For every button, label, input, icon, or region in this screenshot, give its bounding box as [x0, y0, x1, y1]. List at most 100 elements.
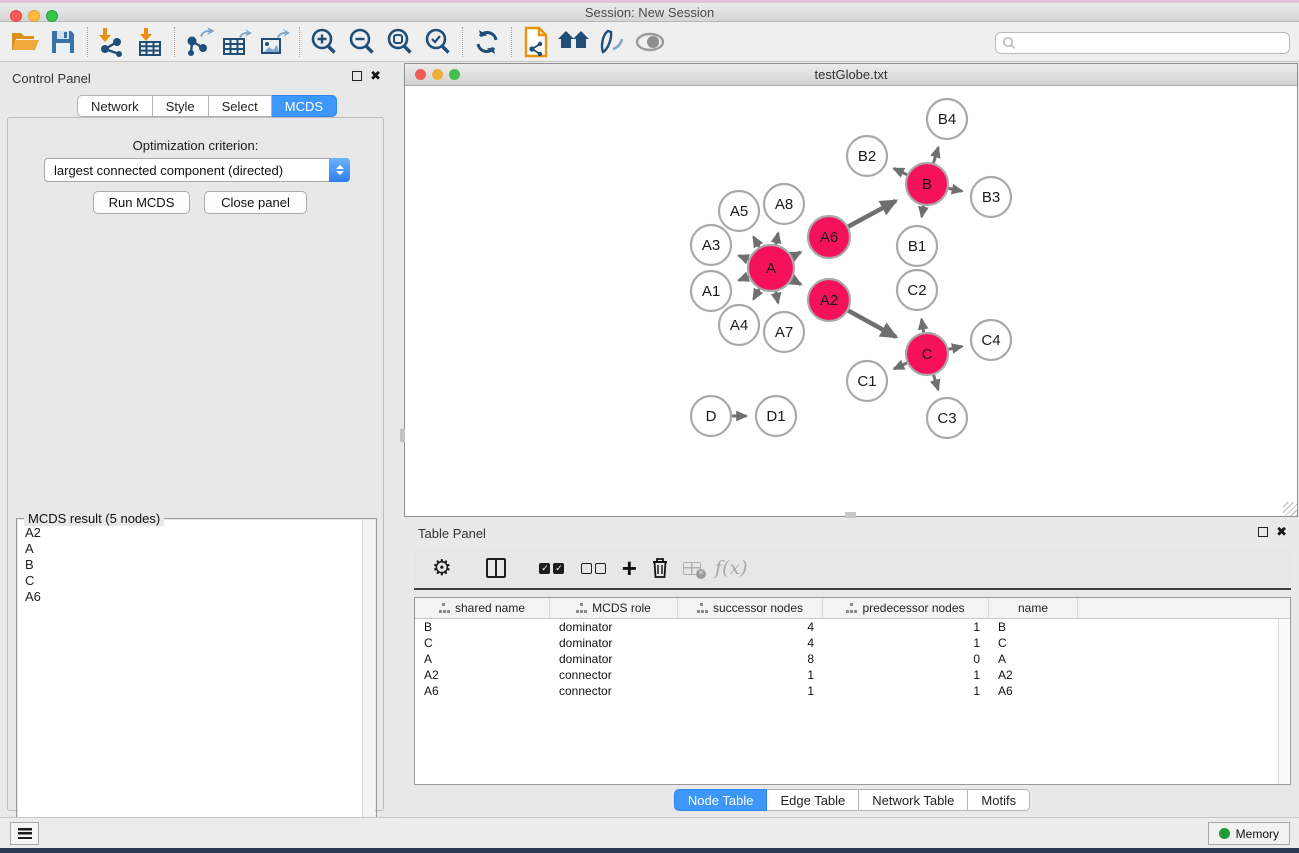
show-columns-icon[interactable]: [486, 553, 506, 583]
table-row[interactable]: A2connector11A2: [415, 667, 1290, 683]
column-header-MCDS-role[interactable]: MCDS role: [550, 598, 678, 618]
node-C4[interactable]: C4: [971, 320, 1011, 360]
cell-successor-nodes[interactable]: 8: [678, 652, 823, 666]
cell-name[interactable]: B: [989, 620, 1078, 634]
cell-successor-nodes[interactable]: 1: [678, 684, 823, 698]
node-A7[interactable]: A7: [764, 312, 804, 352]
save-session-icon[interactable]: [46, 26, 80, 58]
result-scrollbar[interactable]: [362, 520, 375, 853]
network-window-titlebar[interactable]: testGlobe.txt: [405, 64, 1297, 86]
network-canvas[interactable]: B4B2BB3B1A5A8A6A3AA1A4A7A2C2CC4C1C3DD1: [405, 86, 1297, 516]
cell-shared-name[interactable]: A2: [415, 668, 550, 682]
cell-name[interactable]: C: [989, 636, 1078, 650]
cell-successor-nodes[interactable]: 1: [678, 668, 823, 682]
edge-A-A1[interactable]: [739, 277, 749, 281]
network-close-traffic-light[interactable]: [415, 69, 426, 80]
node-A3[interactable]: A3: [691, 225, 731, 265]
mcds-result-list[interactable]: A2ABCA6: [18, 520, 375, 853]
run-mcds-button[interactable]: Run MCDS: [93, 191, 190, 214]
export-network-icon[interactable]: [182, 26, 216, 58]
edge-A6-B[interactable]: [848, 201, 896, 227]
table-scrollbar[interactable]: [1278, 619, 1290, 784]
cell-name[interactable]: A6: [989, 684, 1078, 698]
tab-edge-table[interactable]: Edge Table: [767, 789, 859, 811]
table-row[interactable]: Adominator80A: [415, 651, 1290, 667]
edge-A-A5[interactable]: [753, 237, 759, 247]
zoom-out-icon[interactable]: [345, 26, 379, 58]
cell-shared-name[interactable]: A6: [415, 684, 550, 698]
cell-predecessor-nodes[interactable]: 1: [823, 620, 989, 634]
edge-A-A8[interactable]: [776, 233, 778, 244]
network-vertical-scroll-thumb[interactable]: [400, 429, 405, 442]
cell-predecessor-nodes[interactable]: 1: [823, 684, 989, 698]
task-history-button[interactable]: [10, 822, 39, 845]
node-C3[interactable]: C3: [927, 398, 967, 438]
tab-select[interactable]: Select: [209, 95, 272, 117]
edge-B-B4[interactable]: [933, 147, 938, 163]
node-C[interactable]: C: [906, 333, 948, 375]
tab-style[interactable]: Style: [153, 95, 209, 117]
cell-name[interactable]: A: [989, 652, 1078, 666]
search-field[interactable]: [995, 32, 1290, 54]
node-B[interactable]: B: [906, 163, 948, 205]
resize-grip-icon[interactable]: [1283, 502, 1297, 516]
node-D[interactable]: D: [691, 396, 731, 436]
cell-MCDS-role[interactable]: connector: [550, 684, 678, 698]
tab-node-table[interactable]: Node Table: [674, 789, 768, 811]
result-item[interactable]: C: [25, 573, 375, 589]
float-table-panel-icon[interactable]: [1258, 527, 1268, 537]
node-A2[interactable]: A2: [808, 279, 850, 321]
edge-A-A3[interactable]: [739, 256, 749, 260]
node-A6[interactable]: A6: [808, 216, 850, 258]
node-A[interactable]: A: [748, 245, 794, 291]
zoom-in-icon[interactable]: [307, 26, 341, 58]
zoom-traffic-light[interactable]: [46, 10, 58, 22]
table-row[interactable]: Cdominator41C: [415, 635, 1290, 651]
analyzer-icon[interactable]: [595, 26, 629, 58]
close-table-panel-icon[interactable]: ✖: [1276, 527, 1287, 537]
network-document-icon[interactable]: [519, 26, 553, 58]
table-settings-gear-icon[interactable]: ⚙: [432, 553, 452, 583]
column-header-predecessor-nodes[interactable]: predecessor nodes: [823, 598, 989, 618]
edge-C-C3[interactable]: [934, 375, 939, 390]
result-item[interactable]: A2: [25, 525, 375, 541]
cell-shared-name[interactable]: B: [415, 620, 550, 634]
network-graph[interactable]: B4B2BB3B1A5A8A6A3AA1A4A7A2C2CC4C1C3DD1: [405, 86, 1297, 517]
close-panel-button[interactable]: Close panel: [204, 191, 307, 214]
edge-C-C1[interactable]: [894, 363, 907, 369]
edge-B-B2[interactable]: [894, 169, 907, 175]
delete-column-icon[interactable]: [651, 553, 669, 583]
column-header-successor-nodes[interactable]: successor nodes: [678, 598, 823, 618]
edge-A-A6[interactable]: [792, 252, 800, 257]
tab-motifs[interactable]: Motifs: [968, 789, 1030, 811]
node-C1[interactable]: C1: [847, 361, 887, 401]
cell-predecessor-nodes[interactable]: 0: [823, 652, 989, 666]
node-A8[interactable]: A8: [764, 184, 804, 224]
column-header-shared-name[interactable]: shared name: [415, 598, 550, 618]
show-hide-icon[interactable]: [633, 26, 667, 58]
memory-button[interactable]: Memory: [1208, 822, 1290, 845]
cell-MCDS-role[interactable]: connector: [550, 668, 678, 682]
select-all-columns-icon[interactable]: [538, 553, 566, 583]
edge-B-B1[interactable]: [922, 206, 924, 217]
table-row[interactable]: Bdominator41B: [415, 619, 1290, 635]
open-session-icon[interactable]: [8, 26, 42, 58]
node-B1[interactable]: B1: [897, 226, 937, 266]
cell-name[interactable]: A2: [989, 668, 1078, 682]
node-B4[interactable]: B4: [927, 99, 967, 139]
close-panel-icon[interactable]: ✖: [370, 71, 381, 81]
node-table[interactable]: shared nameMCDS rolesuccessor nodesprede…: [414, 597, 1291, 785]
network-zoom-traffic-light[interactable]: [449, 69, 460, 80]
criterion-dropdown[interactable]: largest connected component (directed): [44, 158, 350, 182]
import-network-icon[interactable]: [95, 26, 129, 58]
zoom-fit-icon[interactable]: [383, 26, 417, 58]
tab-network[interactable]: Network: [77, 95, 153, 117]
close-traffic-light[interactable]: [10, 10, 22, 22]
node-A1[interactable]: A1: [691, 271, 731, 311]
network-horizontal-scroll-thumb[interactable]: [845, 512, 856, 518]
edge-C-C2[interactable]: [922, 319, 924, 332]
search-input[interactable]: [1016, 36, 1289, 50]
zoom-selected-icon[interactable]: [421, 26, 455, 58]
result-item[interactable]: A6: [25, 589, 375, 605]
cell-shared-name[interactable]: C: [415, 636, 550, 650]
